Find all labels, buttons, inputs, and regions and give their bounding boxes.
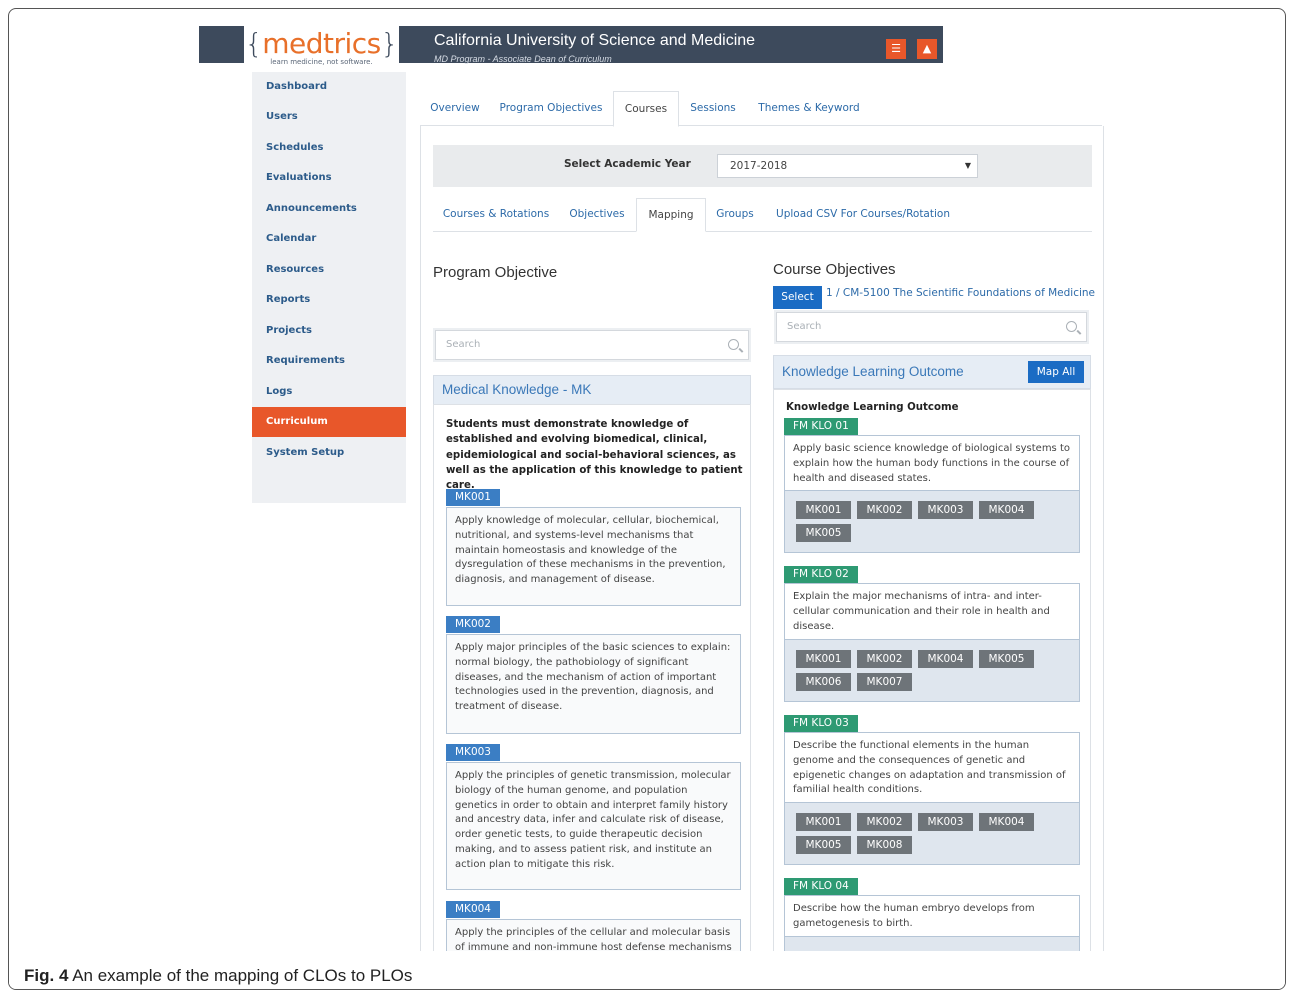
course-section-header: Knowledge Learning Outcome Map All <box>773 355 1091 389</box>
bell-icon[interactable]: ▲ <box>917 39 937 59</box>
org-title: California University of Science and Med… <box>434 32 756 49</box>
figure-frame: California University of Science and Med… <box>8 8 1286 990</box>
mapped-objective-chip[interactable]: MK001 <box>796 813 851 831</box>
program-section-header: Medical Knowledge - MK <box>433 375 751 405</box>
search-icon <box>728 339 739 350</box>
objective-description[interactable]: Apply major principles of the basic scie… <box>446 634 741 734</box>
search-icon <box>1066 321 1077 332</box>
subtab-mapping[interactable]: Mapping <box>636 198 706 232</box>
chevron-down-icon: ▼ <box>964 161 971 170</box>
course-objectives-heading: Course Objectives <box>773 261 896 278</box>
subtab-objectives[interactable]: Objectives <box>561 198 633 230</box>
sidebar-item-schedules[interactable]: Schedules <box>252 133 406 163</box>
main-tabs: Overview Program Objectives Courses Sess… <box>420 91 1102 127</box>
mapping-drop-zone[interactable]: MK001 MK002 MK004 MK005 MK006 MK007 <box>784 639 1080 702</box>
sidebar-item-logs[interactable]: Logs <box>252 377 406 407</box>
tab-overview[interactable]: Overview <box>420 91 490 125</box>
mapped-objective-chip[interactable]: MK003 <box>918 501 973 519</box>
sidebar-item-resources[interactable]: Resources <box>252 255 406 285</box>
select-course-button[interactable]: Select <box>773 286 822 309</box>
sidebar-item-calendar[interactable]: Calendar <box>252 224 406 254</box>
objective-description[interactable]: Apply knowledge of molecular, cellular, … <box>446 507 741 606</box>
mapped-objective-chip[interactable]: MK001 <box>796 650 851 668</box>
mapped-objective-chip[interactable]: MK004 <box>918 650 973 668</box>
mapped-objective-chip[interactable]: MK005 <box>796 524 851 542</box>
sidebar-item-reports[interactable]: Reports <box>252 285 406 315</box>
mapping-drop-zone[interactable]: MK001 MK002 MK003 MK004 MK005 MK008 <box>784 802 1080 865</box>
mapped-objective-chip[interactable]: MK003 <box>918 813 973 831</box>
subtab-groups[interactable]: Groups <box>706 198 764 230</box>
sidebar-item-projects[interactable]: Projects <box>252 316 406 346</box>
map-all-button[interactable]: Map All <box>1028 361 1084 383</box>
objective-code-tag: MK003 <box>446 744 500 761</box>
mapped-objective-chip[interactable]: MK004 <box>979 501 1034 519</box>
figure-caption-label: Fig. 4 <box>24 966 69 985</box>
outcome-code-tag: FM KLO 01 <box>784 418 858 435</box>
outcome-code-tag: FM KLO 03 <box>784 715 858 732</box>
sidebar: Dashboard Users Schedules Evaluations An… <box>252 72 406 503</box>
course-section-title: Knowledge Learning Outcome <box>782 364 964 379</box>
outcome-description: Explain the major mechanisms of intra- a… <box>784 583 1080 640</box>
program-intro-text: Students must demonstrate knowledge of e… <box>446 419 743 492</box>
course-search-input[interactable]: Search <box>776 312 1087 342</box>
outcome-code-tag: FM KLO 02 <box>784 566 858 583</box>
course-search-placeholder: Search <box>787 321 822 332</box>
outcome-group-label: Knowledge Learning Outcome <box>786 402 959 413</box>
outcome-description: Apply basic science knowledge of biologi… <box>784 435 1080 491</box>
mapped-objective-chip[interactable]: MK006 <box>796 673 851 691</box>
objective-description[interactable]: Apply the principles of genetic transmis… <box>446 762 741 890</box>
figure-caption-text: An example of the mapping of CLOs to PLO… <box>72 966 413 985</box>
list-icon[interactable]: ☰ <box>886 39 906 59</box>
program-objective-heading: Program Objective <box>433 264 558 281</box>
figure-caption: Fig. 4 An example of the mapping of CLOs… <box>24 966 412 986</box>
outcome-description: Describe how the human embryo develops f… <box>784 895 1080 937</box>
mapped-objective-chip[interactable]: MK004 <box>979 813 1034 831</box>
outcome-code-tag: FM KLO 04 <box>784 878 858 895</box>
sidebar-item-announcements[interactable]: Announcements <box>252 194 406 224</box>
subtab-upload-csv[interactable]: Upload CSV For Courses/Rotation <box>768 198 958 230</box>
sidebar-item-requirements[interactable]: Requirements <box>252 346 406 376</box>
program-search-input[interactable]: Search <box>435 330 749 360</box>
course-outcomes-list: Knowledge Learning Outcome FM KLO 01 App… <box>773 389 1091 989</box>
outcome-description: Describe the functional elements in the … <box>784 732 1080 803</box>
tab-courses[interactable]: Courses <box>613 91 679 127</box>
tab-sessions[interactable]: Sessions <box>680 91 746 125</box>
mapped-objective-chip[interactable]: MK007 <box>857 673 912 691</box>
selected-course-name[interactable]: 1 / CM-5100 The Scientific Foundations o… <box>826 287 1095 299</box>
subtab-courses-rotations[interactable]: Courses & Rotations <box>433 198 559 230</box>
main-content: Overview Program Objectives Courses Sess… <box>420 91 1104 989</box>
sidebar-item-dashboard[interactable]: Dashboard <box>252 72 406 102</box>
program-search-placeholder: Search <box>446 339 481 350</box>
academic-year-bar: Select Academic Year 2017-2018 ▼ <box>433 145 1092 187</box>
sidebar-item-system-setup[interactable]: System Setup <box>252 438 406 468</box>
sub-tabs: Courses & Rotations Objectives Mapping G… <box>433 198 1092 232</box>
program-section-title: Medical Knowledge - MK <box>442 382 592 397</box>
mapped-objective-chip[interactable]: MK002 <box>857 813 912 831</box>
mapping-drop-zone[interactable]: MK001 MK002 MK003 MK004 MK005 <box>784 490 1080 553</box>
objective-code-tag: MK002 <box>446 616 500 633</box>
mapped-objective-chip[interactable]: MK005 <box>979 650 1034 668</box>
sidebar-item-users[interactable]: Users <box>252 102 406 132</box>
courses-panel: Select Academic Year 2017-2018 ▼ Courses… <box>420 126 1104 989</box>
program-objectives-list: Students must demonstrate knowledge of e… <box>433 404 751 989</box>
mapped-objective-chip[interactable]: MK001 <box>796 501 851 519</box>
objective-code-tag: MK004 <box>446 901 500 918</box>
academic-year-value: 2017-2018 <box>730 160 788 172</box>
tab-themes-keyword[interactable]: Themes & Keyword <box>750 91 868 125</box>
tab-program-objectives[interactable]: Program Objectives <box>492 91 610 125</box>
academic-year-select[interactable]: 2017-2018 ▼ <box>717 154 978 178</box>
logo-text: medtrics <box>262 27 381 60</box>
mapped-objective-chip[interactable]: MK005 <box>796 836 851 854</box>
academic-year-label: Select Academic Year <box>564 158 691 170</box>
logo[interactable]: {medtrics} learn medicine, not software. <box>244 26 399 72</box>
org-subtitle: MD Program - Associate Dean of Curriculu… <box>434 54 612 64</box>
objective-code-tag: MK001 <box>446 489 500 506</box>
mapped-objective-chip[interactable]: MK002 <box>857 501 912 519</box>
mapped-objective-chip[interactable]: MK002 <box>857 650 912 668</box>
sidebar-item-curriculum[interactable]: Curriculum <box>252 407 406 437</box>
mapped-objective-chip[interactable]: MK008 <box>857 836 912 854</box>
sidebar-item-evaluations[interactable]: Evaluations <box>252 163 406 193</box>
